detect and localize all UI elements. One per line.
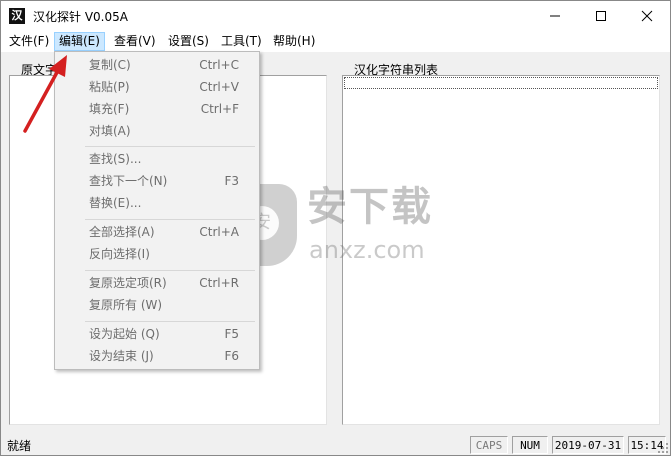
close-icon (641, 10, 653, 22)
status-text: 就绪 (7, 439, 32, 453)
title-bar[interactable]: 汉 汉化探针 V0.05A (1, 1, 670, 31)
num-indicator: NUM (512, 436, 548, 454)
menu-separator (85, 146, 255, 147)
menu-bar: 文件(F) 编辑(E) 查看(V) 设置(S) 工具(T) 帮助(H) (1, 31, 670, 52)
app-logo-icon[interactable]: 汉 (9, 8, 25, 24)
menu-item-find-next[interactable]: 查找下一个(N) F3 (55, 171, 259, 192)
menu-tools[interactable]: 工具(T) (217, 32, 266, 51)
menu-separator (85, 270, 255, 271)
menu-item-copy[interactable]: 复制(C) Ctrl+C (55, 55, 259, 76)
menu-item-paste[interactable]: 粘贴(P) Ctrl+V (55, 77, 259, 98)
menu-file[interactable]: 文件(F) (5, 32, 53, 51)
close-button[interactable] (624, 1, 670, 31)
list-focus-row[interactable] (344, 77, 658, 89)
red-arrow-annotation (23, 55, 67, 133)
minimize-button[interactable] (532, 1, 578, 31)
menu-item-set-start[interactable]: 设为起始 (Q) F5 (55, 324, 259, 345)
status-bar: 就绪 CAPS NUM 2019-07-31 15:14 (1, 434, 670, 455)
minimize-icon (550, 15, 560, 17)
menu-item-restore-all[interactable]: 复原所有 (W) (55, 295, 259, 316)
menu-item-set-end[interactable]: 设为结束 (J) F6 (55, 346, 259, 367)
menu-item-find[interactable]: 查找(S)... (55, 149, 259, 170)
menu-settings[interactable]: 设置(S) (164, 32, 213, 51)
menu-item-invert-selection[interactable]: 反向选择(I) (55, 244, 259, 265)
edit-menu-dropdown: 复制(C) Ctrl+C 粘贴(P) Ctrl+V 填充(F) Ctrl+F 对填(A… (54, 51, 260, 370)
maximize-icon (596, 11, 606, 21)
status-date: 2019-07-31 (552, 436, 624, 454)
menu-item-align-fill[interactable]: 对填(A) (55, 121, 259, 142)
watermark-en: anxz.com (309, 236, 425, 264)
menu-item-fill[interactable]: 填充(F) Ctrl+F (55, 99, 259, 120)
menu-item-restore-selected[interactable]: 复原选定项(R) Ctrl+R (55, 273, 259, 294)
caps-indicator: CAPS (470, 436, 508, 454)
resize-grip-icon[interactable] (658, 443, 668, 453)
menu-edit[interactable]: 编辑(E) (54, 32, 105, 51)
menu-help[interactable]: 帮助(H) (269, 32, 319, 51)
menu-separator (85, 219, 255, 220)
watermark: 安 安下载 anxz.com (227, 184, 447, 274)
menu-item-replace[interactable]: 替换(E)... (55, 193, 259, 214)
maximize-button[interactable] (578, 1, 624, 31)
menu-item-select-all[interactable]: 全部选择(A) Ctrl+A (55, 222, 259, 243)
watermark-cn: 安下载 (307, 184, 433, 230)
app-window: 汉 汉化探针 V0.05A 文件(F) 编辑(E) 查看(V) 设置(S) 工具… (0, 0, 671, 456)
menu-view[interactable]: 查看(V) (110, 32, 160, 51)
menu-separator (85, 321, 255, 322)
window-title: 汉化探针 V0.05A (33, 10, 128, 24)
